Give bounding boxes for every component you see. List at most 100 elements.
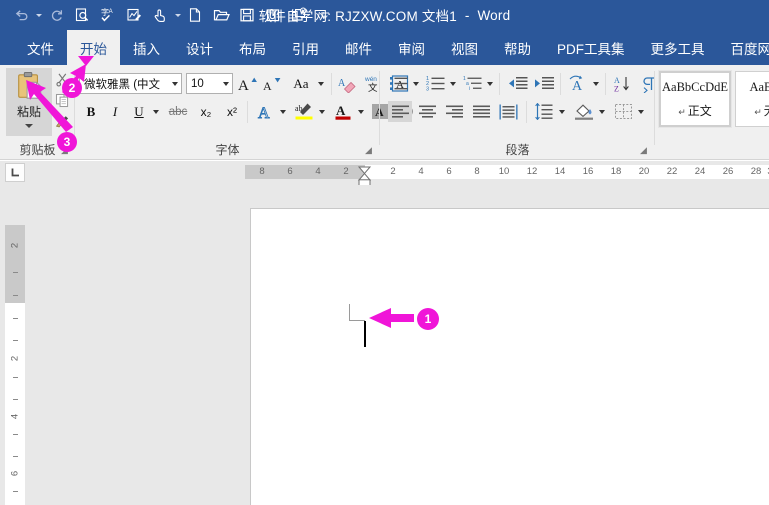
align-left-icon: [391, 105, 409, 118]
shrink-font-button[interactable]: A: [261, 73, 283, 94]
save-icon[interactable]: [234, 2, 260, 28]
shading-button[interactable]: [572, 101, 596, 122]
numbering-dropdown-icon[interactable]: [450, 82, 456, 86]
vertical-ruler[interactable]: 2 2 4 6: [5, 225, 25, 505]
multilevel-list-button[interactable]: 1 a i: [462, 73, 484, 94]
bullets-button[interactable]: [388, 73, 410, 94]
style-normal[interactable]: AaBbCcDdE ↵ 正文: [658, 70, 732, 128]
change-case-dropdown-icon[interactable]: [318, 82, 324, 86]
subscript-button[interactable]: x₂: [194, 101, 218, 122]
tab-more-tools[interactable]: 更多工具: [638, 30, 718, 65]
borders-icon: [614, 104, 632, 119]
ruler-num: 20: [638, 166, 650, 177]
distribute-button[interactable]: [496, 101, 520, 122]
align-right-button[interactable]: [442, 101, 466, 122]
highlight-button[interactable]: ab: [292, 101, 316, 122]
tab-mailings[interactable]: 邮件: [332, 30, 385, 65]
ribbon-tab-bar: 文件 开始 插入 设计 布局 引用 邮件 审阅 视图 帮助 PDF工具集 更多工…: [0, 30, 769, 65]
attach-icon[interactable]: [260, 2, 286, 28]
grow-font-button[interactable]: A: [237, 73, 259, 94]
shading-dropdown-icon[interactable]: [599, 110, 605, 114]
touch-mode-icon[interactable]: [147, 2, 173, 28]
tab-help[interactable]: 帮助: [491, 30, 544, 65]
strikethrough-button[interactable]: abc: [165, 101, 191, 122]
inline-separator-5: [605, 73, 606, 95]
group-label-paragraph: 段落: [505, 143, 530, 157]
ruler-num: 16: [582, 166, 594, 177]
multilevel-list-dropdown-icon[interactable]: [487, 82, 493, 86]
paragraph-dialog-launcher[interactable]: ◢: [638, 145, 649, 156]
print-preview-icon[interactable]: [69, 2, 95, 28]
superscript-button[interactable]: x²: [220, 101, 244, 122]
tab-stop-selector[interactable]: [5, 163, 25, 182]
undo-dropdown-icon[interactable]: [34, 2, 43, 28]
highlight-dropdown-icon[interactable]: [319, 110, 325, 114]
inline-separator-3: [499, 73, 500, 95]
underline-dropdown-icon[interactable]: [153, 110, 159, 114]
font-name-input[interactable]: 微软雅黑 (中文: [79, 73, 182, 94]
borders-dropdown-icon[interactable]: [638, 110, 644, 114]
new-document-icon[interactable]: [182, 2, 208, 28]
tab-references[interactable]: 引用: [279, 30, 332, 65]
ruler-num: 26: [722, 166, 734, 177]
clear-formatting-button[interactable]: A: [336, 73, 360, 94]
tab-view[interactable]: 视图: [438, 30, 491, 65]
tab-file[interactable]: 文件: [14, 30, 67, 65]
font-color-button[interactable]: A: [331, 101, 355, 122]
annotation-badge-2: 2: [62, 78, 82, 98]
highlighter-icon: ab: [295, 103, 313, 120]
bullets-dropdown-icon[interactable]: [413, 82, 419, 86]
line-spacing-dropdown-icon[interactable]: [559, 110, 565, 114]
ruler-num: 6: [287, 166, 293, 177]
bold-button[interactable]: B: [81, 101, 101, 122]
underline-button[interactable]: U: [129, 101, 149, 122]
email-icon[interactable]: [286, 2, 312, 28]
paste-button[interactable]: 粘贴: [6, 68, 52, 136]
touch-mode-dropdown-icon[interactable]: [173, 2, 182, 28]
font-dialog-launcher[interactable]: ◢: [363, 145, 374, 156]
chinese-layout-button[interactable]: A: [566, 73, 590, 94]
numbering-button[interactable]: 1 2 3: [425, 73, 447, 94]
tab-review[interactable]: 审阅: [385, 30, 438, 65]
ruler-scale: 8 6 4 2 2 4 6 8 10 12 14 16 18 20 22 24 …: [245, 165, 769, 179]
tab-pdf-tools[interactable]: PDF工具集: [544, 30, 638, 65]
document-page[interactable]: [250, 208, 769, 505]
group-label-font: 字体: [215, 143, 240, 157]
sort-button[interactable]: A Z: [611, 73, 633, 94]
horizontal-ruler[interactable]: 8 6 4 2 2 4 6 8 10 12 14 16 18 20 22 24 …: [0, 161, 769, 188]
tab-baidu-netdisk[interactable]: 百度网盘: [718, 30, 769, 65]
spelling-check-icon[interactable]: 字A: [95, 2, 121, 28]
track-changes-icon[interactable]: [121, 2, 147, 28]
tab-layout[interactable]: 布局: [226, 30, 279, 65]
svg-text:A: A: [238, 78, 249, 93]
align-center-button[interactable]: [415, 101, 439, 122]
chinese-layout-dropdown-icon[interactable]: [593, 82, 599, 86]
align-left-button[interactable]: [388, 101, 412, 122]
customize-qat-icon[interactable]: [312, 2, 338, 28]
line-spacing-button[interactable]: [532, 101, 556, 122]
ribbon-tabs: 文件 开始 插入 设计 布局 引用 邮件 审阅 视图 帮助 PDF工具集 更多工…: [0, 30, 769, 65]
font-name-dropdown-icon[interactable]: [172, 82, 178, 86]
text-effects-button[interactable]: A: [253, 101, 277, 122]
redo-icon[interactable]: [43, 2, 69, 28]
tab-insert[interactable]: 插入: [120, 30, 173, 65]
font-color-dropdown-icon[interactable]: [358, 110, 364, 114]
borders-button[interactable]: [611, 101, 635, 122]
ruler-num: 2: [390, 166, 396, 177]
format-painter-button[interactable]: [52, 111, 72, 131]
text-effects-dropdown-icon[interactable]: [280, 110, 286, 114]
undo-icon[interactable]: [8, 2, 34, 28]
decrease-indent-button[interactable]: [505, 73, 529, 94]
ruler-num: 24: [694, 166, 706, 177]
justify-button[interactable]: [469, 101, 493, 122]
open-icon[interactable]: [208, 2, 234, 28]
font-size-dropdown-icon[interactable]: [223, 82, 229, 86]
increase-indent-button[interactable]: [532, 73, 556, 94]
italic-button[interactable]: I: [105, 101, 125, 122]
style-no-spacing[interactable]: AaBbCc ↵无间: [735, 71, 769, 127]
tab-home[interactable]: 开始: [67, 30, 120, 65]
tab-design[interactable]: 设计: [173, 30, 226, 65]
paste-dropdown-icon[interactable]: [25, 124, 33, 128]
font-size-input[interactable]: 10: [186, 73, 233, 94]
change-case-button[interactable]: Aa: [287, 73, 315, 94]
